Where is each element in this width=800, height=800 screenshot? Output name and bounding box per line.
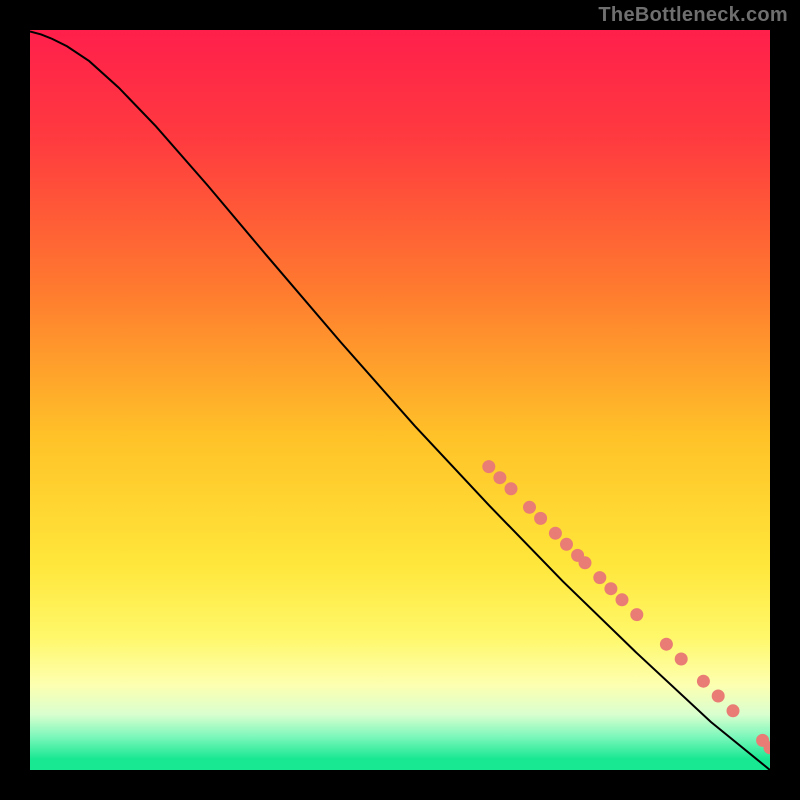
chart-marker [697, 675, 710, 688]
chart-plot [30, 30, 770, 770]
chart-stage: TheBottleneck.com [0, 0, 800, 800]
chart-svg [30, 30, 770, 770]
chart-marker [560, 538, 573, 551]
chart-marker [616, 593, 629, 606]
chart-marker [630, 608, 643, 621]
chart-marker [482, 460, 495, 473]
chart-marker [712, 690, 725, 703]
chart-marker [604, 582, 617, 595]
chart-marker [523, 501, 536, 514]
chart-marker [549, 527, 562, 540]
watermark-label: TheBottleneck.com [598, 4, 788, 27]
chart-marker [493, 471, 506, 484]
chart-marker [593, 571, 606, 584]
chart-marker [660, 638, 673, 651]
chart-marker [727, 704, 740, 717]
chart-marker [675, 653, 688, 666]
chart-background [30, 30, 770, 770]
chart-marker [505, 482, 518, 495]
chart-marker [534, 512, 547, 525]
chart-marker [579, 556, 592, 569]
